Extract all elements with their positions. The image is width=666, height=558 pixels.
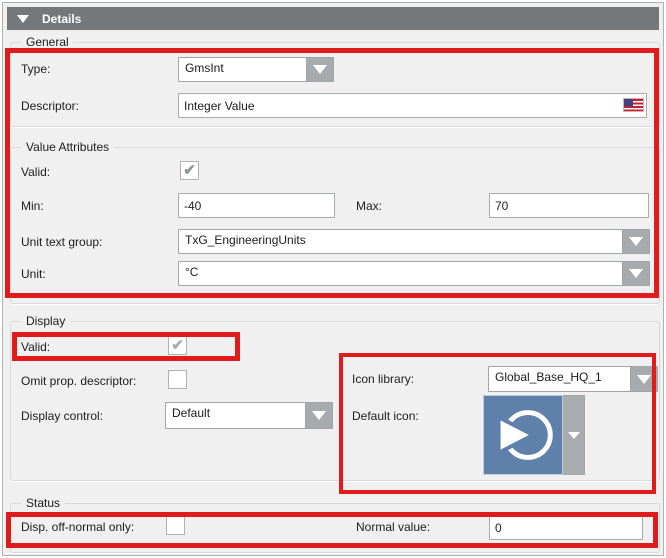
unit-value: °C [179,262,622,285]
details-panel: Details General Value Attributes Display… [2,2,664,556]
type-combobox-value: GmsInt [179,58,306,81]
max-input[interactable] [489,193,649,218]
dropdown-arrow-icon [629,269,643,278]
normal-value-label: Normal value: [356,520,430,534]
type-combobox[interactable]: GmsInt [178,57,334,82]
omit-prop-descriptor-checkbox[interactable] [168,370,187,389]
unit-dropdown-button[interactable] [622,262,649,285]
us-flag-icon [624,99,643,111]
normal-value-input[interactable] [489,515,643,540]
omit-prop-descriptor-label: Omit prop. descriptor: [21,374,136,388]
details-header-title: Details [42,12,81,26]
icon-library-combobox[interactable]: Global_Base_HQ_1 [488,366,658,392]
disp-off-normal-only-checkbox[interactable] [166,516,185,535]
display-control-label: Display control: [21,409,103,423]
unit-combobox[interactable]: °C [178,261,650,286]
dropdown-arrow-icon [312,411,326,420]
details-frame: Details General Value Attributes Display… [0,0,666,558]
type-label: Type: [21,62,50,76]
arrow-into-circle-icon [483,395,563,475]
unit-label: Unit: [21,267,46,281]
max-label: Max: [356,199,382,213]
descriptor-label: Descriptor: [21,99,79,113]
type-dropdown-button[interactable] [306,58,333,81]
dropdown-arrow-icon [568,432,580,439]
unit-text-group-combobox[interactable]: TxG_EngineeringUnits [178,229,650,254]
collapse-triangle-icon [17,15,29,23]
disp-off-normal-only-label: Disp. off-normal only: [21,520,134,534]
default-icon-dropdown-button[interactable] [563,395,585,475]
icon-library-label: Icon library: [352,372,414,386]
display-group-label: Display [21,314,70,328]
default-icon-label: Default icon: [352,409,419,423]
general-group-label: General [21,35,74,49]
icon-library-dropdown-button[interactable] [630,367,657,391]
descriptor-input[interactable] [178,93,647,118]
dropdown-arrow-icon [313,65,327,74]
display-valid-label: Valid: [21,340,50,354]
unit-text-group-label: Unit text group: [21,235,102,249]
display-control-dropdown-button[interactable] [305,403,332,428]
display-valid-checkbox[interactable]: ✔ [168,336,187,355]
unit-text-group-dropdown-button[interactable] [622,230,649,253]
min-input[interactable] [178,193,335,218]
details-header[interactable]: Details [7,7,659,30]
unit-text-group-value: TxG_EngineeringUnits [179,230,622,253]
display-control-value: Default [166,403,305,428]
va-valid-label: Valid: [21,165,50,179]
va-valid-checkbox[interactable]: ✔ [180,161,199,180]
default-icon-picker[interactable] [483,395,585,475]
icon-library-value: Global_Base_HQ_1 [489,367,630,391]
display-control-combobox[interactable]: Default [165,402,333,429]
status-group-label: Status [21,496,65,510]
dropdown-arrow-icon [629,237,643,246]
min-label: Min: [21,199,44,213]
dropdown-arrow-icon [637,375,651,384]
value-attributes-group-label: Value Attributes [21,140,114,154]
